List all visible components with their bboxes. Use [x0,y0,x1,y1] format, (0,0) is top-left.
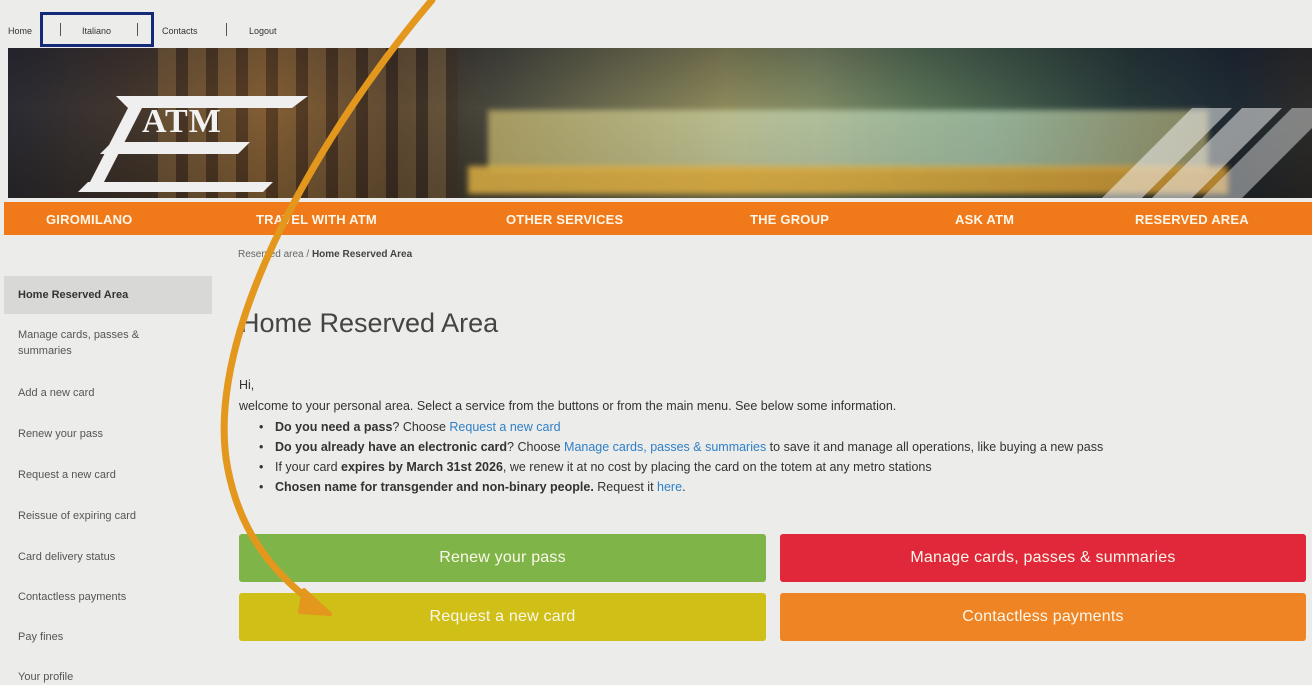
sidebar-item-pay-fines[interactable]: Pay fines [4,617,212,657]
chosen-name-here-link[interactable]: here [657,480,682,494]
sidebar-item-request-new-card[interactable]: Request a new card [4,454,212,495]
sidebar-item-label: Renew your pass [18,427,103,440]
intro-text: Hi, welcome to your personal area. Selec… [239,375,896,417]
separator [226,23,227,36]
renew-pass-button[interactable]: Renew your pass [239,534,766,582]
top-links-bar: Home Italiano Contacts Logout [0,0,1312,48]
request-new-card-link[interactable]: Request a new card [449,420,560,434]
sidebar-item-reissue-card[interactable]: Reissue of expiring card [4,495,212,536]
sidebar-item-label: Reissue of expiring card [18,509,137,522]
header-banner: ATM [8,48,1312,198]
sidebar-item-label: Pay fines [18,631,64,643]
info-text: ? Choose [507,440,565,454]
info-bold: Chosen name for transgender and non-bina… [275,480,594,494]
logout-link[interactable]: Logout [249,26,277,36]
welcome-text: welcome to your personal area. Select a … [239,399,897,413]
list-item: Chosen name for transgender and non-bina… [259,477,1103,497]
contactless-payments-button[interactable]: Contactless payments [780,593,1306,641]
list-item: Do you already have an electronic card? … [259,437,1103,457]
sidebar-item-label: Your profile [18,671,74,683]
request-new-card-button[interactable]: Request a new card [239,593,766,641]
breadcrumb: Reserved area / Home Reserved Area [238,249,412,260]
nav-reserved-area[interactable]: RESERVED AREA [1135,212,1249,227]
language-highlight-box [40,12,154,47]
main-navigation: GIROMILANO TRAVEL WITH ATM OTHER SERVICE… [4,202,1312,235]
sidebar-item-manage-cards[interactable]: Manage cards, passes & summaries [4,314,212,372]
breadcrumb-parent[interactable]: Reserved area [238,249,304,260]
contacts-link[interactable]: Contacts [162,26,198,36]
info-text: . [682,480,686,494]
sidebar-item-add-new-card[interactable]: Add a new card [4,372,212,413]
sidebar-item-label: Manage cards, passes & summaries [18,329,140,357]
sidebar-menu: Home Reserved Area Manage cards, passes … [4,276,212,685]
breadcrumb-current: Home Reserved Area [311,249,413,260]
breadcrumb-separator: / [306,249,310,260]
sidebar-item-card-delivery-status[interactable]: Card delivery status [4,536,212,577]
manage-cards-button[interactable]: Manage cards, passes & summaries [780,534,1306,582]
sidebar-item-contactless-payments[interactable]: Contactless payments [4,577,212,617]
info-bold: Do you need a pass [275,420,393,434]
sidebar-item-home-reserved-area[interactable]: Home Reserved Area [4,276,212,314]
greeting: Hi, [239,378,255,392]
info-bold: Do you already have an electronic card [275,440,508,454]
info-bold: expires by March 31st 2026 [341,460,503,474]
list-item: Do you need a pass? Choose Request a new… [259,417,1103,437]
sidebar-item-label: Card delivery status [18,550,116,563]
nav-other-services[interactable]: OTHER SERVICES [506,212,623,227]
sidebar-item-label: Home Reserved Area [18,289,129,301]
sidebar-item-renew-pass[interactable]: Renew your pass [4,413,212,454]
nav-giromilano[interactable]: GIROMILANO [46,212,133,227]
sidebar-item-label: Contactless payments [18,591,127,603]
sidebar-item-label: Add a new card [18,386,95,399]
banner-stripes-decoration [1102,108,1312,198]
info-text: If your card [275,460,341,474]
manage-cards-link[interactable]: Manage cards, passes & summaries [564,440,766,454]
nav-the-group[interactable]: THE GROUP [750,212,829,227]
list-item: If your card expires by March 31st 2026,… [259,457,1103,477]
home-link[interactable]: Home [8,26,32,36]
info-text: , we renew it at no cost by placing the … [502,460,932,474]
nav-travel-with-atm[interactable]: TRAVEL WITH ATM [256,212,377,227]
info-text: ? Choose [392,420,450,434]
sidebar-item-label: Request a new card [18,468,116,481]
info-text: to save it and manage all operations, li… [766,440,1104,454]
sidebar-item-your-profile[interactable]: Your profile [4,657,212,685]
page-title: Home Reserved Area [240,308,499,338]
nav-ask-atm[interactable]: ASK ATM [955,212,1014,227]
info-list: Do you need a pass? Choose Request a new… [259,417,1103,497]
info-text: Request it [593,480,658,494]
atm-logo-text: ATM [142,103,222,140]
